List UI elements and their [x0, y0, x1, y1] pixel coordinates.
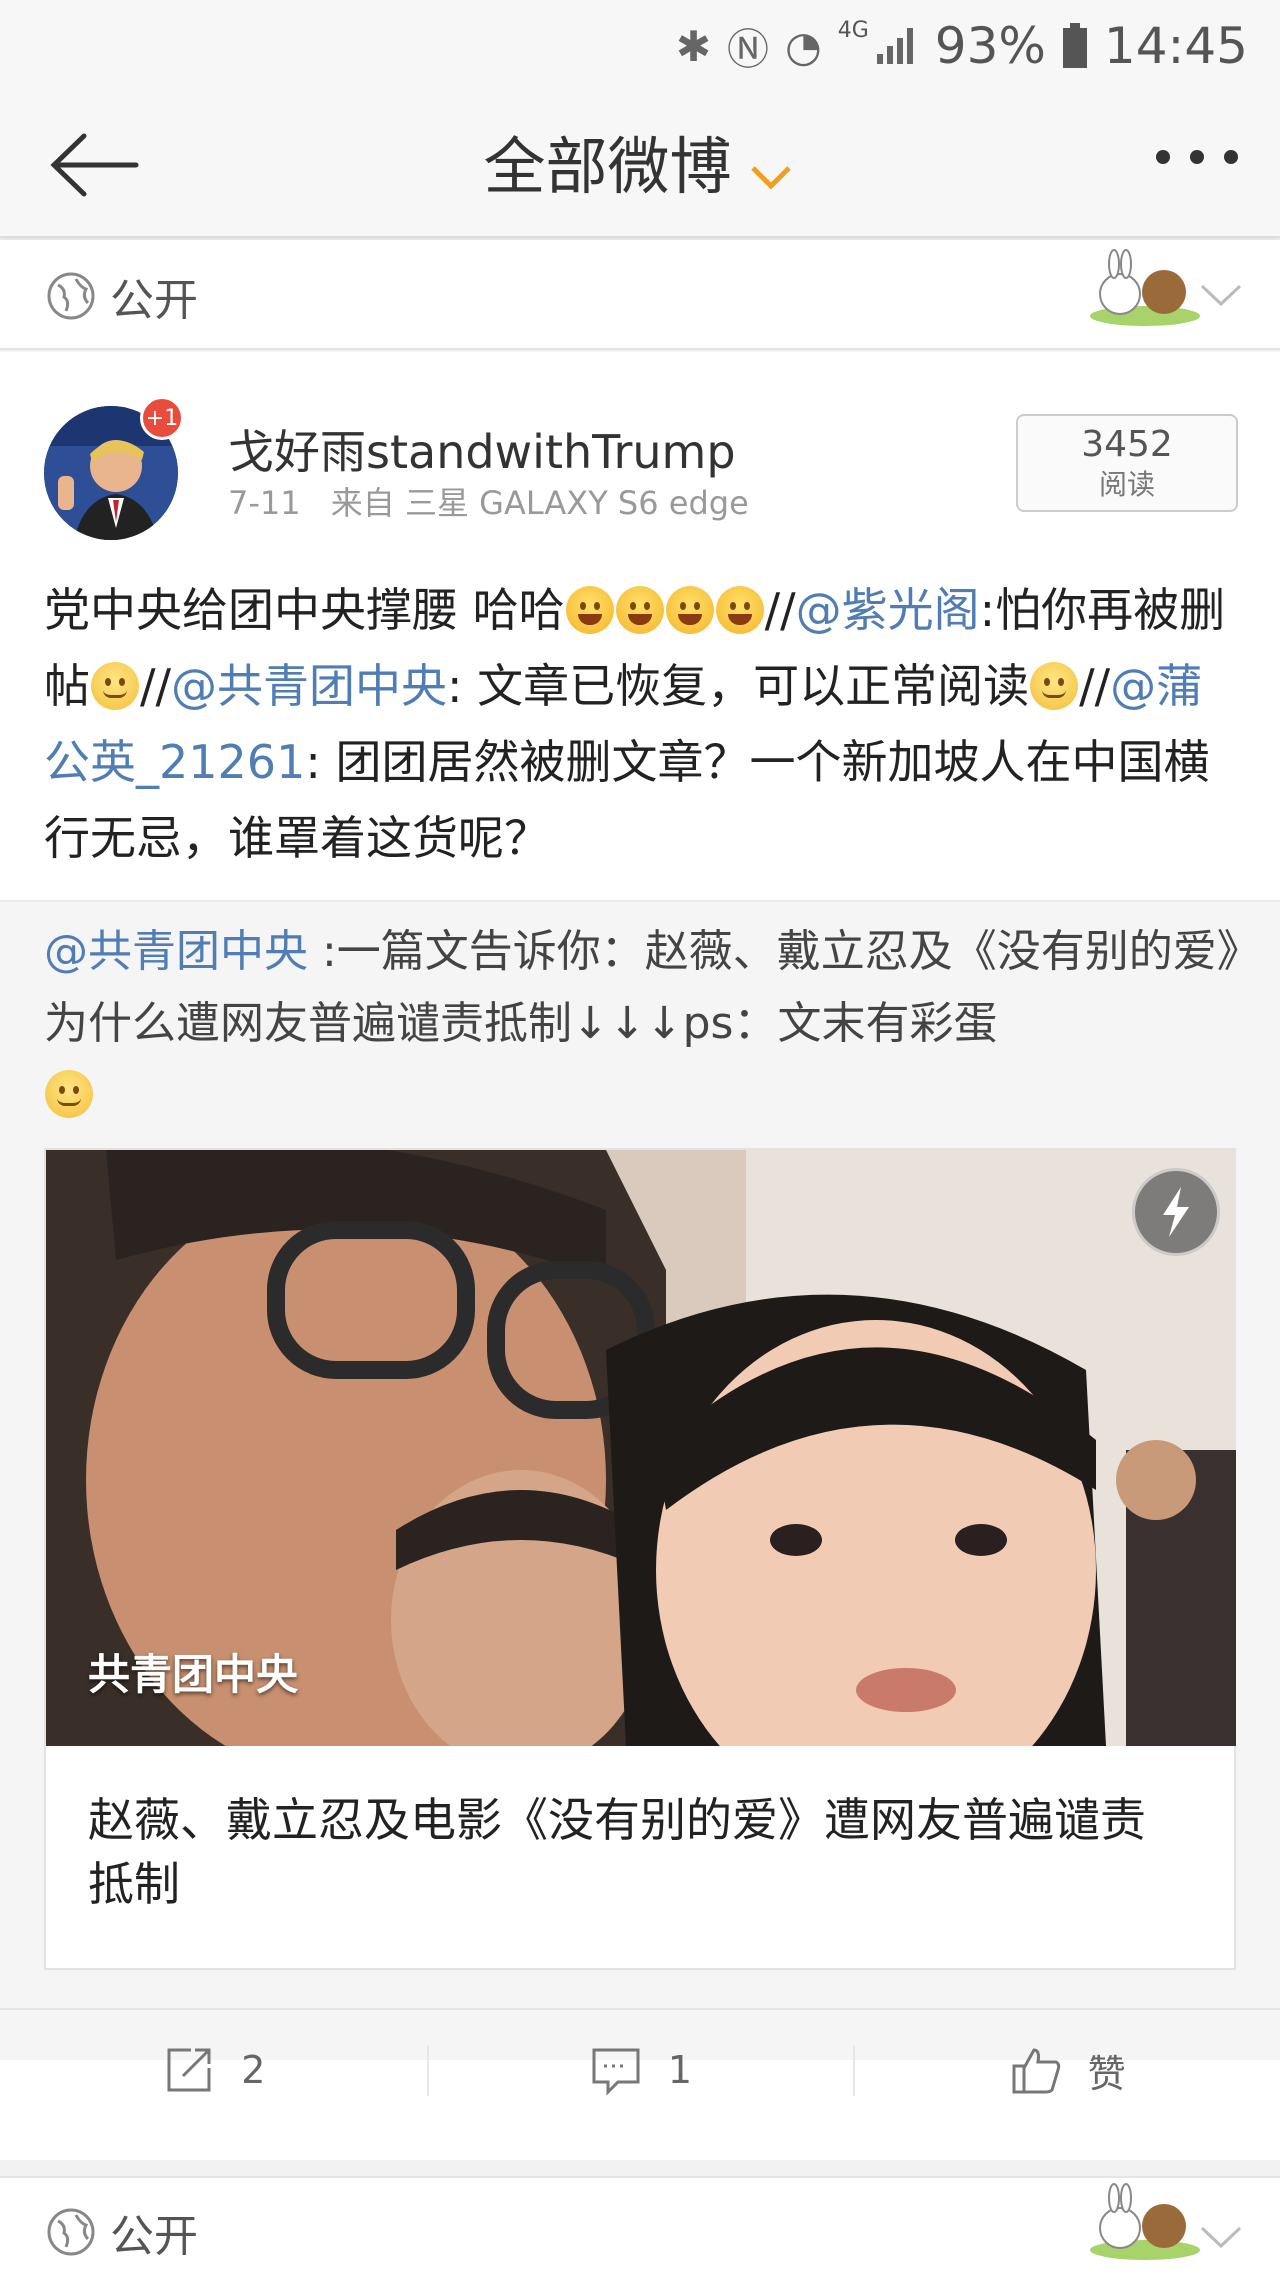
nfc-icon: Ⓝ: [727, 24, 770, 74]
weibo-post-card: +1 戈好雨standwithTrump 7-11 来自 三星 GALAXY S…: [0, 352, 1280, 2160]
username[interactable]: 戈好雨standwithTrump: [228, 416, 736, 482]
clock: 14:45: [1103, 17, 1248, 75]
post-text-segment: : 文章已恢复，可以正常阅读: [447, 659, 1030, 713]
read-label: 阅读: [1098, 468, 1155, 501]
network-type: 4G: [837, 17, 869, 43]
visibility-label: 公开: [110, 2211, 198, 2262]
bunny-sticker-icon: [1090, 2183, 1200, 2260]
battery-icon: [1062, 23, 1087, 68]
like-button[interactable]: 赞: [853, 2010, 1280, 2130]
post-text-segment: 党中央给团中央撑腰 哈哈: [44, 583, 565, 637]
visibility-row: 公开: [46, 2200, 198, 2264]
more-dot-icon: [1190, 150, 1204, 164]
laughing-tears-emoji-icon: [565, 586, 614, 634]
more-dot-icon: [1224, 150, 1238, 164]
bunny-sticker-icon: [1090, 249, 1200, 326]
laughing-tears-emoji-icon: [715, 586, 764, 634]
repost-button[interactable]: 2: [0, 2010, 427, 2130]
smile-emoji-icon: [45, 1070, 93, 1118]
retweet-text: @共青团中央 :一篇文告诉你：赵薇、戴立忍及《没有别的爱》为什么遭网友普遍谴责抵…: [44, 916, 1244, 1132]
repost-icon: [167, 2048, 211, 2092]
article-cover-image: 共青团中央: [46, 1150, 1236, 1746]
post-text-segment: //: [140, 659, 171, 713]
globe-icon: [47, 272, 95, 320]
smile-emoji-icon: [1030, 662, 1079, 710]
read-count-box: 3452 阅读: [1016, 414, 1238, 512]
post-date: 7-11: [228, 484, 301, 522]
chevron-down-icon[interactable]: [1196, 2222, 1246, 2252]
avatar-badge: +1: [140, 396, 184, 440]
nav-title-dropdown[interactable]: 全部微博: [0, 116, 1280, 206]
page-title: 全部微博: [483, 130, 732, 203]
next-post-footer: 公开: [0, 2176, 1280, 2276]
wifi-icon: ◔: [785, 21, 822, 71]
post-action-bar: 2 1 赞: [0, 2008, 1280, 2130]
chevron-down-icon: [750, 165, 791, 190]
article-link-card[interactable]: 共青团中央 赵薇、戴立忍及电影《没有别的爱》遭网友普遍谴责抵制: [44, 1148, 1236, 1970]
comment-icon: [592, 2048, 640, 2096]
like-label: 赞: [1087, 2051, 1126, 2096]
image-source-label: 共青团中央: [88, 1650, 299, 1699]
mention-link[interactable]: @共青团中央: [44, 926, 308, 977]
globe-icon: [47, 2208, 95, 2256]
more-button[interactable]: [1156, 150, 1238, 164]
bluetooth-icon: ✱: [675, 21, 712, 71]
laughing-tears-emoji-icon: [615, 586, 664, 634]
comment-count: 1: [667, 2048, 693, 2092]
visibility-label: 公开: [110, 275, 198, 326]
post-text: 党中央给团中央撑腰 哈哈//@紫光阁:怕你再被删帖//@共青团中央: 文章已恢复…: [44, 572, 1244, 876]
read-count: 3452: [1081, 424, 1173, 465]
flash-icon: [1132, 1168, 1220, 1256]
article-title: 赵薇、戴立忍及电影《没有别的爱》遭网友普遍谴责抵制: [88, 1793, 1146, 1911]
post-text-segment: //: [764, 583, 796, 637]
thumbs-up-icon: [1012, 2048, 1060, 2094]
top-nav-bar: 全部微博: [0, 92, 1280, 238]
repost-count: 2: [241, 2048, 266, 2092]
post-text-segment: //: [1079, 659, 1111, 713]
status-bar: ✱ Ⓝ ◔ 4G 93% 14:45: [0, 0, 1280, 92]
chevron-down-icon[interactable]: [1196, 280, 1246, 310]
mention-link[interactable]: @紫光阁: [796, 583, 980, 637]
comment-button[interactable]: 1: [426, 2010, 854, 2130]
retweeted-post[interactable]: @共青团中央 :一篇文告诉你：赵薇、戴立忍及《没有别的爱》为什么遭网友普遍谴责抵…: [0, 900, 1280, 2060]
visibility-row: 公开: [46, 264, 198, 328]
post-source: 来自 三星 GALAXY S6 edge: [330, 484, 749, 522]
previous-post-footer: 公开: [0, 240, 1280, 350]
battery-percent: 93%: [934, 17, 1046, 75]
laughing-tears-emoji-icon: [665, 586, 714, 634]
mention-link[interactable]: @共青团中央: [171, 659, 447, 713]
more-dot-icon: [1156, 150, 1170, 164]
smile-emoji-icon: [91, 662, 139, 710]
signal-icon: [876, 28, 913, 64]
post-meta: 7-11 来自 三星 GALAXY S6 edge: [228, 478, 769, 524]
